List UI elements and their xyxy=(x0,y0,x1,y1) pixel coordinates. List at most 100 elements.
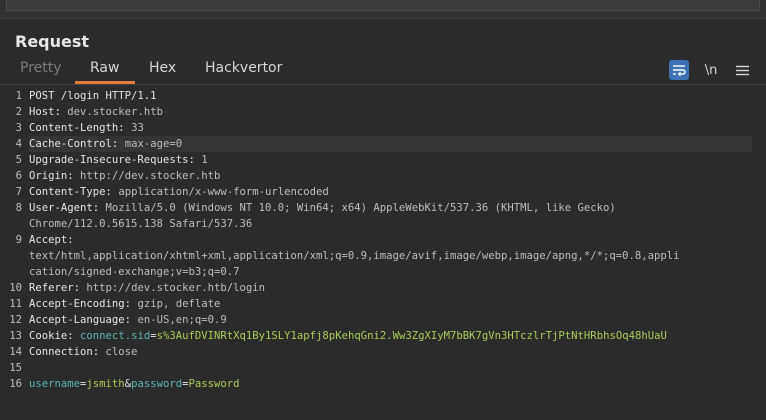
header-value: Mozilla/5.0 (Windows NT 10.0; Win64; x64… xyxy=(105,202,616,214)
tab-hackvertor[interactable]: Hackvertor xyxy=(205,60,282,76)
editor-line: 3 Content-Length: 33 xyxy=(0,120,766,136)
line-content: Upgrade-Insecure-Requests: 1 xyxy=(29,152,752,168)
header-name: Cookie xyxy=(29,330,68,342)
panel-title: Request xyxy=(15,32,90,51)
show-newlines-button[interactable]: \n xyxy=(700,60,722,80)
header-value: en-US,en;q=0.9 xyxy=(137,314,227,326)
line-content: Content-Type: application/x-www-form-url… xyxy=(29,184,752,200)
body-param-key: password xyxy=(131,378,183,390)
line-number: 6 xyxy=(15,170,22,182)
line-number: 4 xyxy=(15,138,22,150)
header-separator: : xyxy=(92,346,106,358)
raw-request-editor[interactable]: 1 POST /login HTTP/1.1 2 Host: dev.stocker.… xyxy=(0,86,766,420)
editor-line: 1 POST /login HTTP/1.1 xyxy=(0,88,766,104)
header-separator: : xyxy=(54,106,68,118)
line-content: Content-Length: 33 xyxy=(29,120,752,136)
top-toolbar-strip xyxy=(0,0,766,19)
header-name: Origin xyxy=(29,170,68,182)
line-content: Accept: xyxy=(29,232,752,248)
line-content: Connection: close xyxy=(29,344,752,360)
line-number: 5 xyxy=(15,154,22,166)
line-number: 13 xyxy=(9,330,22,342)
hamburger-menu-icon xyxy=(735,65,749,75)
editor-line: 13 Cookie: connect.sid=s%3AufDVINRtXq1By1… xyxy=(0,328,766,344)
editor-line: 12 Accept-Language: en-US,en;q=0.9 xyxy=(0,312,766,328)
cookie-name: connect.sid xyxy=(80,330,151,342)
editor-line: 10 Referer: http://dev.stocker.htb/login xyxy=(0,280,766,296)
editor-line: 9 Accept: xyxy=(0,232,766,248)
line-content: POST /login HTTP/1.1 xyxy=(29,88,752,104)
line-content: Cache-Control: max-age=0 xyxy=(29,136,752,152)
line-number: 14 xyxy=(9,346,22,358)
active-tab-underline xyxy=(75,81,135,84)
editor-menu-button[interactable] xyxy=(733,60,751,80)
header-name: User-Agent xyxy=(29,202,93,214)
body-param-key: username xyxy=(29,378,81,390)
header-value: 1 xyxy=(201,154,208,166)
line-content: username=jsmith&password=Password xyxy=(29,376,752,392)
line-content: Host: dev.stocker.htb xyxy=(29,104,752,120)
editor-line: 16 username=jsmith&password=Password xyxy=(0,376,766,392)
header-separator: : xyxy=(73,282,87,294)
header-separator: : xyxy=(105,186,119,198)
header-name: Accept-Language xyxy=(29,314,125,326)
line-content: Referer: http://dev.stocker.htb/login xyxy=(29,280,752,296)
line-content: Origin: http://dev.stocker.htb xyxy=(29,168,752,184)
header-name: Cache-Control xyxy=(29,138,112,150)
header-value: Chrome/112.0.5615.138 Safari/537.36 xyxy=(29,218,253,230)
line-number: 1 xyxy=(15,90,22,102)
header-value: close xyxy=(105,346,138,358)
line-number: 7 xyxy=(15,186,22,198)
header-separator: : xyxy=(67,330,81,342)
header-name: Connection xyxy=(29,346,93,358)
header-name: POST /login HTTP/1.1 xyxy=(29,90,157,102)
header-name: Content-Length xyxy=(29,122,119,134)
line-content: Cookie: connect.sid=s%3AufDVINRtXq1By1SL… xyxy=(29,328,752,344)
editor-scrollbar[interactable] xyxy=(756,86,764,416)
header-name: Referer xyxy=(29,282,74,294)
editor-line: 4 Cache-Control: max-age=0 xyxy=(0,136,766,152)
editor-tab-bar: Pretty Raw Hex Hackvertor \n xyxy=(0,58,766,85)
line-content: cation/signed-exchange;v=b3;q=0.7 xyxy=(29,264,752,280)
header-value: http://dev.stocker.htb/login xyxy=(86,282,266,294)
tab-pretty[interactable]: Pretty xyxy=(20,60,62,76)
line-number: 10 xyxy=(9,282,22,294)
editor-line: Chrome/112.0.5615.138 Safari/537.36 xyxy=(0,216,766,232)
header-value: application/x-www-form-urlencoded xyxy=(118,186,329,198)
editor-line: 5 Upgrade-Insecure-Requests: 1 xyxy=(0,152,766,168)
header-name: Upgrade-Insecure-Requests xyxy=(29,154,189,166)
editor-line: text/html,application/xhtml+xml,applicat… xyxy=(0,248,766,264)
line-number: 2 xyxy=(15,106,22,118)
header-separator: : xyxy=(124,298,138,310)
header-value: 33 xyxy=(131,122,144,134)
editor-line: 8 User-Agent: Mozilla/5.0 (Windows NT 10.… xyxy=(0,200,766,216)
editor-line: 14 Connection: close xyxy=(0,344,766,360)
line-content: text/html,application/xhtml+xml,applicat… xyxy=(29,248,752,264)
line-content: User-Agent: Mozilla/5.0 (Windows NT 10.0… xyxy=(29,200,752,216)
header-separator: : xyxy=(111,138,125,150)
line-number: 3 xyxy=(15,122,22,134)
header-separator: : xyxy=(188,154,202,166)
header-name: Host xyxy=(29,106,55,118)
header-separator: : xyxy=(67,234,74,246)
wrap-lines-icon xyxy=(673,65,686,76)
header-name: Accept-Encoding xyxy=(29,298,125,310)
header-name: Content-Type xyxy=(29,186,106,198)
header-separator: : xyxy=(124,314,138,326)
tab-raw[interactable]: Raw xyxy=(90,60,119,76)
header-separator: : xyxy=(92,202,106,214)
editor-line: 7 Content-Type: application/x-www-form-ur… xyxy=(0,184,766,200)
header-value: http://dev.stocker.htb xyxy=(80,170,221,182)
header-value: gzip, deflate xyxy=(137,298,221,310)
wrap-lines-button[interactable] xyxy=(669,60,689,80)
header-separator: : xyxy=(118,122,132,134)
line-number: 16 xyxy=(9,378,22,390)
line-number: 15 xyxy=(9,362,22,374)
editor-line: 11 Accept-Encoding: gzip, deflate xyxy=(0,296,766,312)
editor-line: 15 xyxy=(0,360,766,376)
editor-line: 2 Host: dev.stocker.htb xyxy=(0,104,766,120)
tab-hex[interactable]: Hex xyxy=(149,60,176,76)
line-number: 12 xyxy=(9,314,22,326)
cookie-value: s%3AufDVINRtXq1By1SLY1apfj8pKehqGni2.Ww3… xyxy=(156,330,667,342)
line-content: Accept-Encoding: gzip, deflate xyxy=(29,296,752,312)
